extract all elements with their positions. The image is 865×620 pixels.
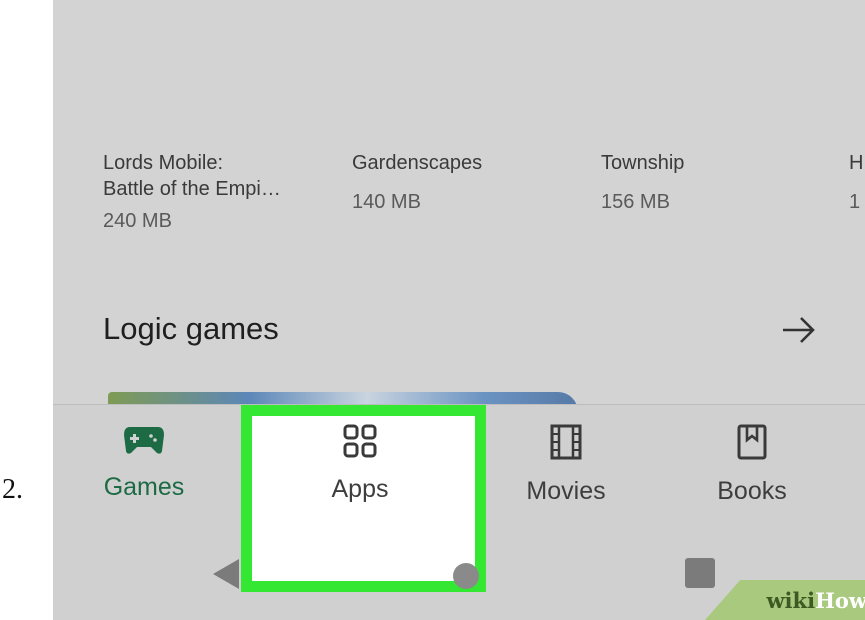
game-title: Township xyxy=(601,152,685,174)
game-title-line2: Battle of the Empi… xyxy=(103,178,281,200)
wikihow-logo: wikiHow xyxy=(766,588,865,613)
nav-label: Apps xyxy=(331,475,389,503)
game-card[interactable]: Gardenscapes 140 MB xyxy=(352,150,482,215)
nav-item-games[interactable]: Games xyxy=(69,423,219,502)
recent-apps-icon[interactable] xyxy=(685,558,715,588)
nav-label: Movies xyxy=(526,477,606,505)
game-title: Lords Mobile: xyxy=(103,152,224,174)
apps-grid-icon xyxy=(343,424,377,458)
game-card[interactable]: Lords Mobile: Battle of the Empi… 240 MB xyxy=(103,150,281,234)
game-size: 140 MB xyxy=(352,191,421,213)
back-icon[interactable] xyxy=(211,557,241,591)
nav-item-apps[interactable]: Apps xyxy=(285,423,435,504)
film-icon xyxy=(550,424,582,460)
game-size: 1 xyxy=(849,191,861,213)
games-row: Lords Mobile: Battle of the Empi… 240 MB… xyxy=(53,150,865,260)
game-size: 156 MB xyxy=(601,191,670,213)
arrow-right-icon[interactable] xyxy=(779,312,819,348)
step-number: 2. xyxy=(2,474,23,505)
game-title: Gardenscapes xyxy=(352,152,483,174)
nav-item-movies[interactable]: Movies xyxy=(491,423,641,506)
nav-label: Books xyxy=(717,477,787,505)
game-title: H xyxy=(849,152,864,174)
game-card[interactable]: H 1 xyxy=(849,150,863,215)
game-size: 240 MB xyxy=(103,210,172,232)
phone-screen: Lords Mobile: Battle of the Empi… 240 MB… xyxy=(53,0,865,620)
game-card[interactable]: Township 156 MB xyxy=(601,150,684,215)
gamepad-icon xyxy=(124,427,164,454)
nav-label: Games xyxy=(103,473,185,501)
nav-item-books[interactable]: Books xyxy=(677,423,827,506)
bookmark-book-icon xyxy=(737,424,767,460)
section-title: Logic games xyxy=(103,311,279,346)
home-icon[interactable] xyxy=(453,563,479,589)
